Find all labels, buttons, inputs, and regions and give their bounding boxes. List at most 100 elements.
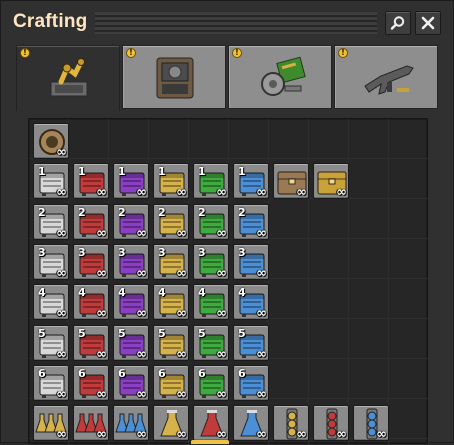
recipe-slot[interactable]: 6 ∞: [113, 364, 149, 401]
recipe-slot[interactable]: 3 ∞: [193, 243, 229, 280]
recipe-slot[interactable]: 1 ∞: [113, 163, 149, 200]
tier-label: 5: [158, 326, 166, 340]
recipe-slot[interactable]: 4 ∞: [153, 284, 189, 321]
recipe-slot[interactable]: 1 ∞: [233, 163, 269, 200]
tab-intermediate[interactable]: !: [228, 45, 332, 109]
infinity-count: ∞: [96, 427, 107, 442]
category-tabs: ! ! ! !: [16, 45, 442, 111]
infinity-count: ∞: [216, 427, 227, 442]
recipe-slot[interactable]: 5 ∞: [153, 324, 189, 361]
tier-label: 4: [78, 286, 86, 300]
recipe-slot[interactable]: 4 ∞: [113, 284, 149, 321]
tier-label: 3: [238, 245, 246, 259]
tab-production[interactable]: !: [122, 45, 226, 109]
infinity-count: ∞: [96, 265, 107, 280]
recipe-slot[interactable]: 3 ∞: [113, 243, 149, 280]
recipe-slot[interactable]: ∞: [73, 405, 109, 442]
infinity-count: ∞: [176, 386, 187, 401]
recipe-slot[interactable]: 3 ∞: [153, 243, 189, 280]
recipe-slot[interactable]: 5 ∞: [33, 324, 69, 361]
infinity-count: ∞: [216, 265, 227, 280]
recipe-slot[interactable]: ∞: [353, 405, 389, 442]
recipe-slot[interactable]: 4 ∞: [193, 284, 229, 321]
tier-label: 1: [38, 165, 46, 179]
assembly-machine-icon: [156, 57, 194, 99]
tab-logistics[interactable]: !: [16, 45, 120, 111]
recipe-slot[interactable]: 5 ∞: [73, 324, 109, 361]
infinity-count: ∞: [216, 306, 227, 321]
recipe-slot[interactable]: 4 ∞: [233, 284, 269, 321]
recipe-slot[interactable]: 2 ∞: [193, 203, 229, 240]
recipe-slot[interactable]: 3 ∞: [73, 243, 109, 280]
recipe-slot[interactable]: ∞: [113, 405, 149, 442]
infinity-count: ∞: [216, 386, 227, 401]
infinity-count: ∞: [376, 427, 387, 442]
recipe-slot[interactable]: ∞: [313, 405, 349, 442]
recipe-slot[interactable]: 2 ∞: [153, 203, 189, 240]
recipe-slot[interactable]: ∞: [313, 163, 349, 200]
window-title: Crafting: [13, 11, 88, 32]
recipe-slot[interactable]: 4 ∞: [33, 284, 69, 321]
titlebar: Crafting: [1, 1, 454, 45]
recipe-slot[interactable]: 6 ∞: [153, 364, 189, 401]
drag-handle[interactable]: [95, 12, 377, 34]
recipe-slot[interactable]: 3 ∞: [33, 243, 69, 280]
recipe-slot[interactable]: ∞: [233, 405, 269, 442]
infinity-count: ∞: [136, 306, 147, 321]
tier-label: 2: [238, 205, 246, 219]
recipe-slot[interactable]: 2 ∞: [73, 203, 109, 240]
infinity-count: ∞: [296, 185, 307, 200]
close-button[interactable]: [415, 11, 441, 35]
recipe-slot[interactable]: 1 ∞: [153, 163, 189, 200]
close-icon: [421, 16, 435, 30]
infinity-count: ∞: [136, 346, 147, 361]
warning-badge: !: [232, 48, 242, 58]
recipe-slot[interactable]: ∞: [273, 163, 309, 200]
infinity-count: ∞: [336, 427, 347, 442]
recipe-slot[interactable]: 6 ∞: [73, 364, 109, 401]
search-button[interactable]: [385, 11, 411, 35]
tier-label: 4: [38, 286, 46, 300]
recipe-slot[interactable]: ∞: [193, 405, 229, 442]
infinity-count: ∞: [136, 386, 147, 401]
tier-label: 4: [238, 286, 246, 300]
tier-label: 6: [198, 366, 206, 380]
recipe-slot[interactable]: 1 ∞: [73, 163, 109, 200]
recipe-slot[interactable]: 3 ∞: [233, 243, 269, 280]
search-icon: [390, 16, 405, 30]
tier-label: 3: [118, 245, 126, 259]
recipe-slot[interactable]: 6 ∞: [33, 364, 69, 401]
infinity-count: ∞: [56, 225, 67, 240]
tier-label: 6: [38, 366, 46, 380]
infinity-count: ∞: [256, 225, 267, 240]
infinity-count: ∞: [56, 306, 67, 321]
infinity-count: ∞: [256, 346, 267, 361]
recipe-slot[interactable]: 6 ∞: [233, 364, 269, 401]
tier-label: 1: [238, 165, 246, 179]
tab-combat[interactable]: !: [334, 45, 438, 109]
infinity-count: ∞: [176, 427, 187, 442]
tier-label: 3: [158, 245, 166, 259]
scroll-indicator[interactable]: [191, 440, 229, 444]
recipe-slot[interactable]: 5 ∞: [193, 324, 229, 361]
recipe-slot[interactable]: 4 ∞: [73, 284, 109, 321]
recipe-slot[interactable]: ∞: [33, 405, 69, 442]
recipe-slot[interactable]: 2 ∞: [33, 203, 69, 240]
infinity-count: ∞: [56, 427, 67, 442]
recipe-slot[interactable]: ∞: [153, 405, 189, 442]
recipe-slot[interactable]: ∞: [273, 405, 309, 442]
recipe-slot[interactable]: 2 ∞: [233, 203, 269, 240]
yellow-inserter-machine-icon: [50, 58, 88, 97]
tier-label: 3: [198, 245, 206, 259]
recipe-slot[interactable]: 6 ∞: [193, 364, 229, 401]
recipe-grid: ∞ 1 ∞ 1 ∞ 1 ∞ 1 ∞ 1 ∞ 1 ∞ ∞ ∞ 2 ∞ 2 ∞ 2 …: [28, 118, 429, 445]
tier-label: 4: [198, 286, 206, 300]
infinity-count: ∞: [56, 346, 67, 361]
recipe-slot[interactable]: 5 ∞: [113, 324, 149, 361]
recipe-slot[interactable]: 5 ∞: [233, 324, 269, 361]
recipe-slot[interactable]: 2 ∞: [113, 203, 149, 240]
recipe-slot[interactable]: 1 ∞: [33, 163, 69, 200]
warning-badge: !: [20, 48, 30, 58]
recipe-slot[interactable]: 1 ∞: [193, 163, 229, 200]
recipe-slot[interactable]: ∞: [33, 123, 69, 159]
